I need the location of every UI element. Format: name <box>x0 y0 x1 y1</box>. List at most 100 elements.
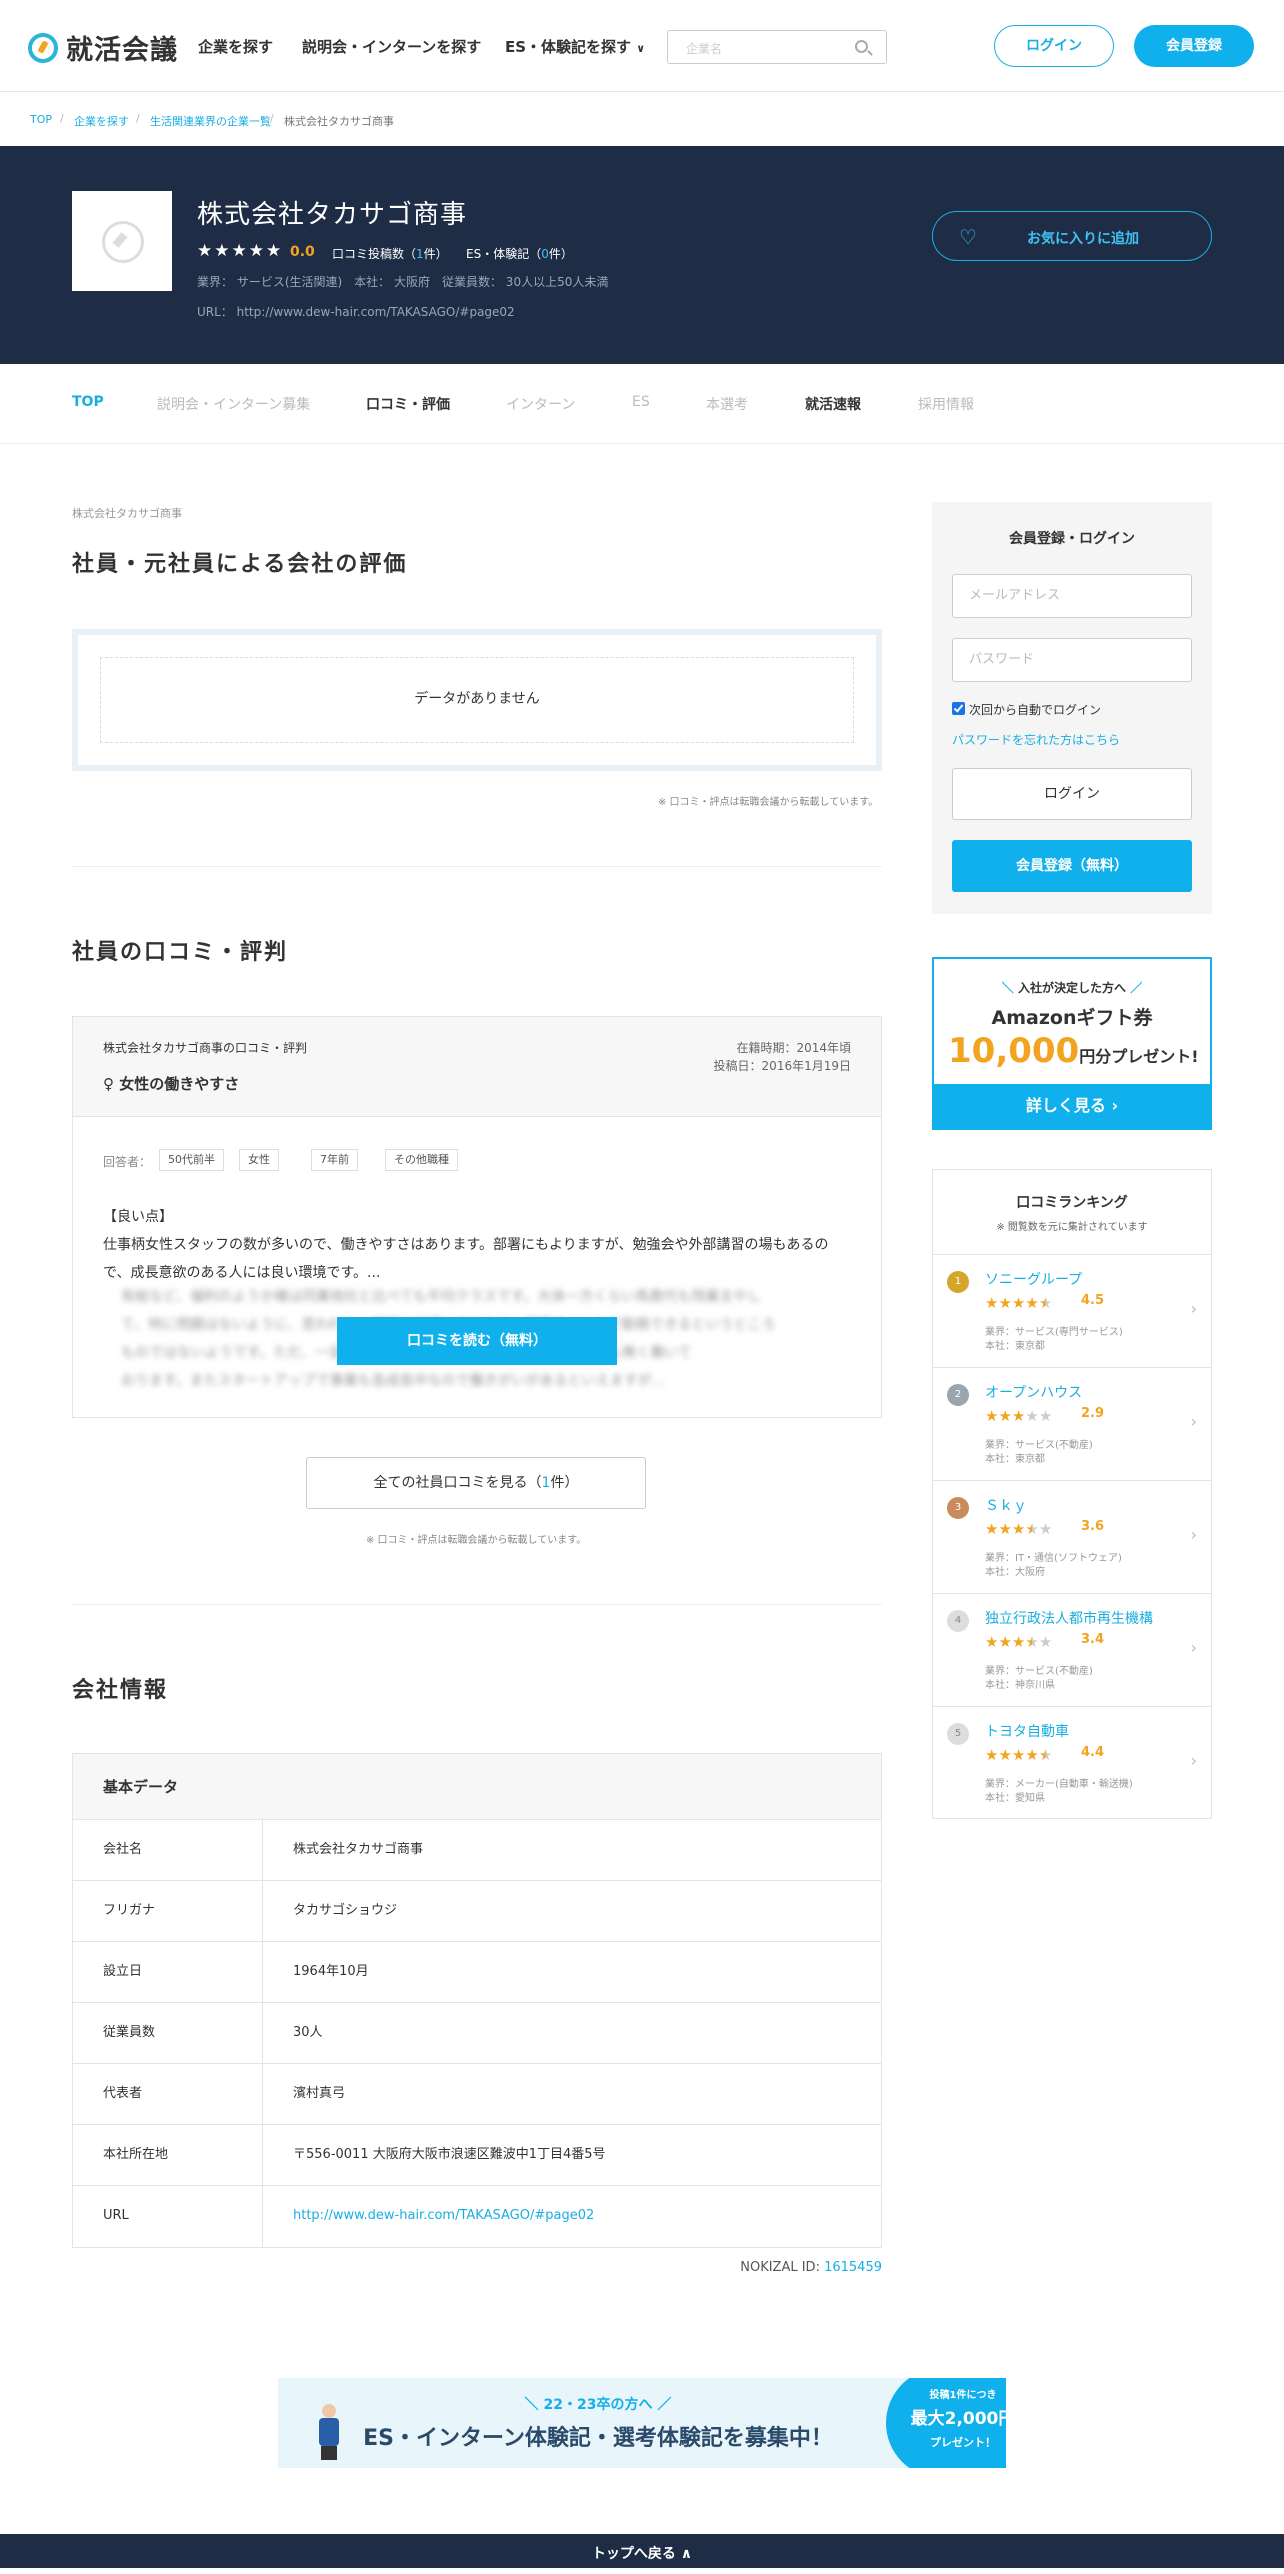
breadcrumb-current: 株式会社タカサゴ商事 <box>284 115 394 128</box>
breadcrumb-top[interactable]: TOP <box>30 113 52 126</box>
nokizal-id-value: 1615459 <box>824 2260 882 2275</box>
rank-industry: 業界：サービス(専門サービス) <box>985 1327 1123 1338</box>
rank-stars: ★★★★★ <box>985 1293 1052 1312</box>
nav-find-es[interactable]: ES・体験記を探す ∨ <box>505 36 645 57</box>
nokizal-id: NOKIZAL ID: 1615459 <box>740 2260 882 2275</box>
table-key: 会社名 <box>73 1820 263 1880</box>
back-to-top-button[interactable]: トップへ戻る ∧ <box>0 2534 1284 2568</box>
search-icon[interactable] <box>855 40 868 53</box>
star-icon: ★ <box>1011 1294 1026 1312</box>
chevron-right-icon: › <box>1190 1751 1197 1770</box>
breadcrumb-find[interactable]: 企業を探す <box>74 113 129 129</box>
eval-title: 社員・元社員による会社の評価 <box>72 552 408 577</box>
rank-hq: 本社：東京都 <box>985 1454 1045 1465</box>
add-favorite-button[interactable]: ♡ お気に入りに追加 <box>932 211 1212 261</box>
table-title: 基本データ <box>73 1754 881 1820</box>
amazon-ad-amount-suffix: 円分プレゼント! <box>1079 1047 1199 1066</box>
tab-intern[interactable]: インターン <box>506 394 575 414</box>
register-button[interactable]: 会員登録 <box>1134 25 1254 67</box>
ranking-item[interactable]: 3 Ｓｋｙ ★★★★★ 3.6 業界：IT・通信(ソフトウェア) 本社：大阪府 › <box>933 1480 1211 1593</box>
banner-top: ＼ 22・23卒の方へ ／ <box>524 2397 672 2413</box>
star-icon: ★ <box>998 1746 1012 1764</box>
divider <box>72 866 882 867</box>
read-review-button[interactable]: 口コミを読む（無料） <box>337 1317 617 1365</box>
breadcrumb-industry[interactable]: 生活関連業界の企業一覧 <box>150 113 271 129</box>
review-card: 株式会社タカサゴ商事の口コミ・評判 ♀ 女性の働きやすさ 在籍時期：2014年頃… <box>72 1016 882 1418</box>
search-placeholder: 企業名 <box>686 42 723 56</box>
tab-reviews[interactable]: 口コミ・評価 <box>366 394 450 414</box>
review-period: 在籍時期：2014年頃 <box>736 1041 851 1055</box>
eval-note: ※ 口コミ・評点は転職会議から転載しています。 <box>658 797 879 808</box>
half-star-icon: ★ <box>1025 1520 1039 1538</box>
rank-badge: 3 <box>947 1497 969 1519</box>
table-key: 従業員数 <box>73 2003 263 2063</box>
password-field[interactable]: パスワード <box>952 638 1192 682</box>
star-icon: ★ <box>248 241 264 261</box>
breadcrumb-separator: / <box>270 112 274 125</box>
banner-top-text: 22・23卒の方へ <box>543 2397 653 2413</box>
table-key: URL <box>73 2186 263 2247</box>
half-star-icon: ★ <box>1038 1746 1053 1764</box>
all-reviews-button[interactable]: 全ての社員口コミを見る（1件） <box>306 1457 646 1509</box>
star-icon: ★ <box>985 1520 999 1538</box>
company-url-link[interactable]: http://www.dew-hair.com/TAKASAGO/#page02 <box>263 2186 594 2247</box>
ranking-item[interactable]: 1 ソニーグループ ★★★★★ 4.5 業界：サービス(専門サービス) 本社：東京都 › <box>933 1254 1211 1367</box>
eval-company-label: 株式会社タカサゴ商事 <box>72 507 182 520</box>
ranking-title: 口コミランキング <box>1016 1195 1128 1211</box>
es-count-link[interactable]: 0 <box>541 247 549 261</box>
star-icon: ★ <box>1025 1407 1039 1425</box>
star-icon: ★ <box>1011 1633 1026 1651</box>
forgot-password-link[interactable]: パスワードを忘れた方はこちら <box>952 731 1120 748</box>
tab-news[interactable]: 就活速報 <box>805 394 861 414</box>
table-value: タカサゴショウジ <box>293 1903 398 1918</box>
rank-hq: 本社：神奈川県 <box>985 1680 1055 1691</box>
tab-recruit[interactable]: 採用情報 <box>918 394 974 414</box>
tab-top[interactable]: TOP <box>72 394 104 410</box>
login-button[interactable]: ログイン <box>994 25 1114 67</box>
chevron-right-icon: › <box>1190 1412 1197 1431</box>
password-placeholder: パスワード <box>969 652 1035 667</box>
amazon-gift-ad[interactable]: ＼ 入社が決定した方へ ／ Amazonギフト券 10,000円分プレゼント! … <box>932 957 1212 1130</box>
rank-stars: ★★★★★ <box>985 1632 1052 1651</box>
amazon-ad-amount: 10,000円分プレゼント! <box>948 1031 1208 1071</box>
banner-prize-line: 投稿1件につき <box>929 2390 997 2401</box>
table-value: 濱村真弓 <box>293 2086 346 2101</box>
star-icon: ★ <box>985 1407 999 1425</box>
tab-es[interactable]: ES <box>632 394 650 410</box>
review-count-label: 口コミ投稿数 <box>332 247 405 261</box>
rank-hq: 本社：東京都 <box>985 1341 1045 1352</box>
chevron-right-icon: › <box>1111 1096 1119 1115</box>
ranking-item[interactable]: 4 独立行政法人都市再生機構 ★★★★★ 3.4 業界：サービス(不動産) 本社：神奈川県… <box>933 1593 1211 1706</box>
ranking-item[interactable]: 5 トヨタ自動車 ★★★★★ 4.4 業界：メーカー(自動車・輸送機) 本社：愛知県 › <box>933 1706 1211 1819</box>
nav-find-events[interactable]: 説明会・インターンを探す <box>302 36 481 57</box>
table-row: フリガナ タカサゴショウジ <box>73 1881 881 1942</box>
sidebar-login-title: 会員登録・ログイン <box>1009 531 1135 547</box>
table-row: 従業員数 30人 <box>73 2003 881 2064</box>
star-icon: ★ <box>985 1633 999 1651</box>
email-field[interactable]: メールアドレス <box>952 574 1192 618</box>
sidebar-login-button[interactable]: ログイン <box>952 768 1192 820</box>
table-key: 本社所在地 <box>73 2125 263 2185</box>
sidebar-register-button[interactable]: 会員登録（無料） <box>952 840 1192 892</box>
review-count-link[interactable]: 1 <box>416 247 424 261</box>
nav-find-companies[interactable]: 企業を探す <box>198 36 273 57</box>
auto-login-checkbox[interactable] <box>952 702 965 715</box>
review-ranking: 口コミランキング ※ 閲覧数を元に集計されています 1 ソニーグループ ★★★★★ 4… <box>932 1169 1212 1819</box>
amazon-ad-top-text: 入社が決定した方へ <box>1017 981 1126 995</box>
nokizal-id-label: NOKIZAL ID: <box>740 2260 825 2275</box>
tab-events[interactable]: 説明会・インターン募集 <box>157 394 310 414</box>
review-card-subtitle: 株式会社タカサゴ商事の口コミ・評判 <box>103 1041 308 1055</box>
chevron-right-icon: › <box>1190 1638 1197 1657</box>
breadcrumb-separator: / <box>136 112 140 125</box>
breadcrumb-separator: / <box>60 112 64 125</box>
all-reviews-label: 全ての社員口コミを見る（ <box>373 1475 542 1491</box>
site-logo[interactable]: 就活会議 <box>28 28 178 67</box>
tab-selection[interactable]: 本選考 <box>706 394 748 414</box>
site-header: 就活会議 企業を探す 説明会・インターンを探す ES・体験記を探す ∨ 企業名 … <box>0 0 1284 92</box>
es-recruit-banner[interactable]: ＼ 22・23卒の方へ ／ ES・インターン体験記・選考体験記を募集中！ 投稿1… <box>278 2378 1006 2468</box>
star-icon: ★ <box>998 1294 1012 1312</box>
search-input[interactable]: 企業名 <box>667 30 887 64</box>
rating-stars: ★ ★ ★ ★ ★ <box>197 243 281 260</box>
star-icon: ★ <box>1011 1746 1026 1764</box>
ranking-item[interactable]: 2 オープンハウス ★★★★★ 2.9 業界：サービス(不動産) 本社：東京都 › <box>933 1367 1211 1480</box>
